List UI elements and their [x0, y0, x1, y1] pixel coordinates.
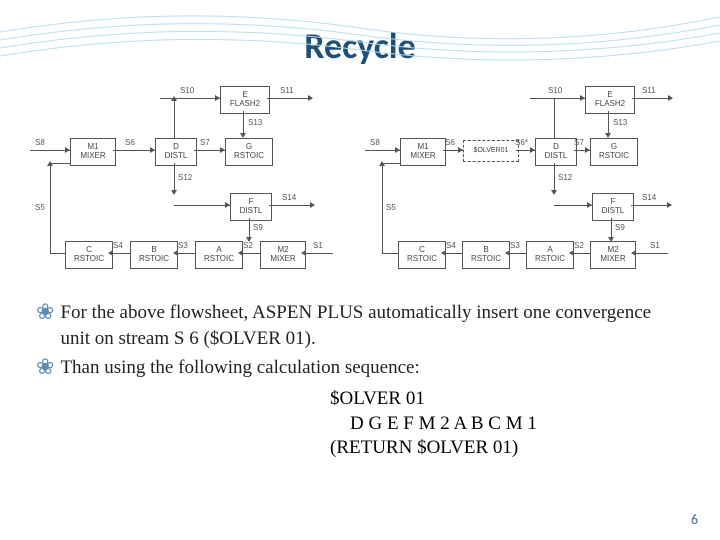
- stream-s3: S3: [178, 241, 188, 250]
- stream-s9-r: S9: [615, 223, 625, 232]
- stream-s5: S5: [35, 203, 45, 212]
- block-m2-r: M2MIXER: [590, 241, 636, 269]
- stream-s8: S8: [35, 138, 45, 147]
- diagrams-row: EFLASH2 S10 S11 S13 M1MIXER S8 DDISTL S6…: [0, 78, 720, 288]
- calc-sequence: $OLVER 01 D G E F M 2 A B C M 1 (RETURN …: [330, 387, 720, 461]
- stream-s4: S4: [113, 241, 123, 250]
- stream-s11-r: S11: [642, 86, 656, 95]
- flowsheet-right: EFLASH2 S10 S11 S13 M1MIXER S8 $OLVER01 …: [370, 78, 690, 288]
- stream-s1: S1: [313, 241, 323, 250]
- block-c: CRSTOIC: [65, 241, 113, 269]
- block-f: FDISTL: [230, 193, 272, 221]
- stream-s10: S10: [180, 86, 194, 95]
- block-e: EFLASH2: [220, 86, 270, 114]
- bullet-2: ❀ Than using the following calculation s…: [36, 355, 684, 381]
- block-olver: $OLVER01: [463, 140, 519, 162]
- bullet-icon: ❀: [36, 300, 54, 351]
- block-d-r: DDISTL: [535, 138, 577, 166]
- block-m1: M1MIXER: [70, 138, 116, 166]
- block-a-r: ARSTOIC: [526, 241, 574, 269]
- stream-s4-r: S4: [446, 241, 456, 250]
- flowsheet-left: EFLASH2 S10 S11 S13 M1MIXER S8 DDISTL S6…: [30, 78, 350, 288]
- block-d: DDISTL: [155, 138, 197, 166]
- stream-s10-r: S10: [548, 86, 562, 95]
- stream-s12: S12: [178, 173, 192, 182]
- calc-line-3: (RETURN $OLVER 01): [330, 436, 720, 461]
- block-b: BRSTOIC: [130, 241, 178, 269]
- stream-s6star-r: S6*: [515, 138, 528, 147]
- stream-s13-r: S13: [613, 118, 627, 127]
- stream-s6: S6: [125, 138, 135, 147]
- bullet-2-text: Than using the following calculation seq…: [60, 355, 419, 381]
- stream-s9: S9: [253, 223, 263, 232]
- stream-s7: S7: [200, 138, 210, 147]
- bullet-1: ❀ For the above flowsheet, ASPEN PLUS au…: [36, 300, 684, 351]
- stream-s14-r: S14: [642, 193, 656, 202]
- bullet-icon: ❀: [36, 355, 54, 381]
- body-text: ❀ For the above flowsheet, ASPEN PLUS au…: [0, 288, 720, 381]
- stream-s13: S13: [248, 118, 262, 127]
- block-c-r: CRSTOIC: [398, 241, 446, 269]
- block-m2: M2MIXER: [260, 241, 306, 269]
- block-e-r: EFLASH2: [585, 86, 635, 114]
- stream-s2-r: S2: [574, 241, 584, 250]
- stream-s8-r: S8: [370, 138, 380, 147]
- calc-line-2: D G E F M 2 A B C M 1: [330, 412, 720, 437]
- stream-s14: S14: [282, 193, 296, 202]
- stream-s11: S11: [280, 86, 294, 95]
- block-g: GRSTOIC: [225, 138, 273, 166]
- stream-s6-r: S6: [445, 138, 455, 147]
- stream-s5-r: S5: [386, 203, 396, 212]
- bullet-1-text: For the above flowsheet, ASPEN PLUS auto…: [60, 300, 684, 351]
- block-a: ARSTOIC: [195, 241, 243, 269]
- block-b-r: BRSTOIC: [462, 241, 510, 269]
- stream-s7-r: S7: [574, 138, 584, 147]
- stream-s2: S2: [243, 241, 253, 250]
- stream-s1-r: S1: [650, 241, 660, 250]
- block-m1-r: M1MIXER: [400, 138, 446, 166]
- stream-s3-r: S3: [510, 241, 520, 250]
- calc-line-1: $OLVER 01: [330, 387, 720, 412]
- page-number: 6: [691, 511, 698, 528]
- block-g-r: GRSTOIC: [590, 138, 638, 166]
- block-f-r: FDISTL: [592, 193, 634, 221]
- stream-s12-r: S12: [558, 173, 572, 182]
- page-title: Recycle: [0, 0, 720, 68]
